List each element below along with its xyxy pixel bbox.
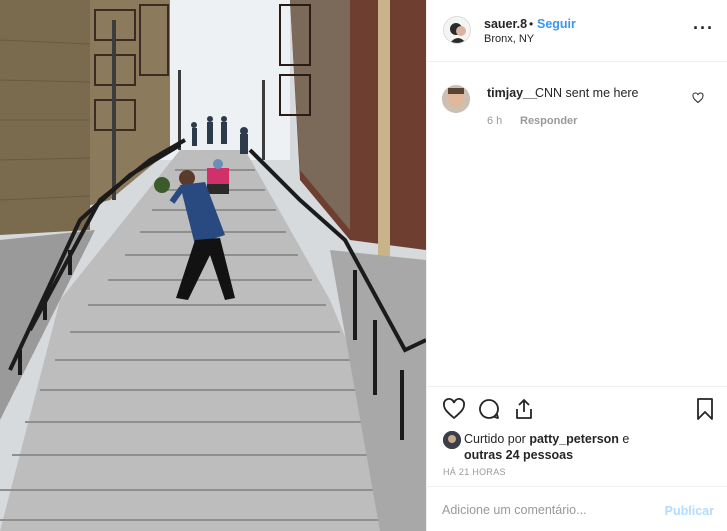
author-username[interactable]: sauer.8 <box>484 17 527 31</box>
comment-input[interactable] <box>442 499 652 521</box>
follow-button[interactable]: Seguir <box>537 17 576 31</box>
commenter-avatar-image <box>442 85 470 113</box>
post-header: sauer.8 • Seguir Bronx, NY ··· <box>427 0 727 62</box>
comment-icon[interactable] <box>477 397 501 421</box>
heart-icon[interactable] <box>442 397 466 421</box>
bookmark-icon[interactable] <box>693 397 717 421</box>
add-comment-bar: Publicar <box>427 486 727 531</box>
post-side-panel: sauer.8 • Seguir Bronx, NY ··· timjay__ … <box>426 0 727 531</box>
liker-avatar[interactable] <box>443 431 461 449</box>
share-icon[interactable] <box>512 397 536 421</box>
likes-others[interactable]: outras 24 pessoas <box>464 448 573 462</box>
comment-time[interactable]: 6 h <box>487 115 502 127</box>
reply-button[interactable]: Responder <box>520 115 577 127</box>
comment-text: CNN sent me here <box>535 86 639 100</box>
likes-joiner: e <box>618 432 630 446</box>
author-avatar-image <box>444 17 470 43</box>
author-avatar[interactable] <box>443 16 471 44</box>
comment-heart-icon[interactable] <box>692 92 704 104</box>
comment-item: timjay__ CNN sent me here 6 h Responder <box>427 78 727 138</box>
post-time-ago[interactable]: HÁ 21 HORAS <box>443 467 506 477</box>
publish-button[interactable]: Publicar <box>665 504 714 518</box>
comment-username[interactable]: timjay__ <box>487 86 537 100</box>
post-location[interactable]: Bronx, NY <box>484 33 534 45</box>
likes-text: Curtido por patty_peterson e outras 24 p… <box>464 431 714 463</box>
stairs-photo <box>0 0 426 531</box>
liker-username[interactable]: patty_peterson <box>529 432 619 446</box>
more-icon[interactable]: ··· <box>693 18 714 39</box>
commenter-avatar[interactable] <box>442 85 470 113</box>
liker-avatar-image <box>443 431 461 449</box>
likes-prefix: Curtido por <box>464 432 530 446</box>
post-photo[interactable] <box>0 0 426 531</box>
separator-dot: • <box>529 17 534 31</box>
